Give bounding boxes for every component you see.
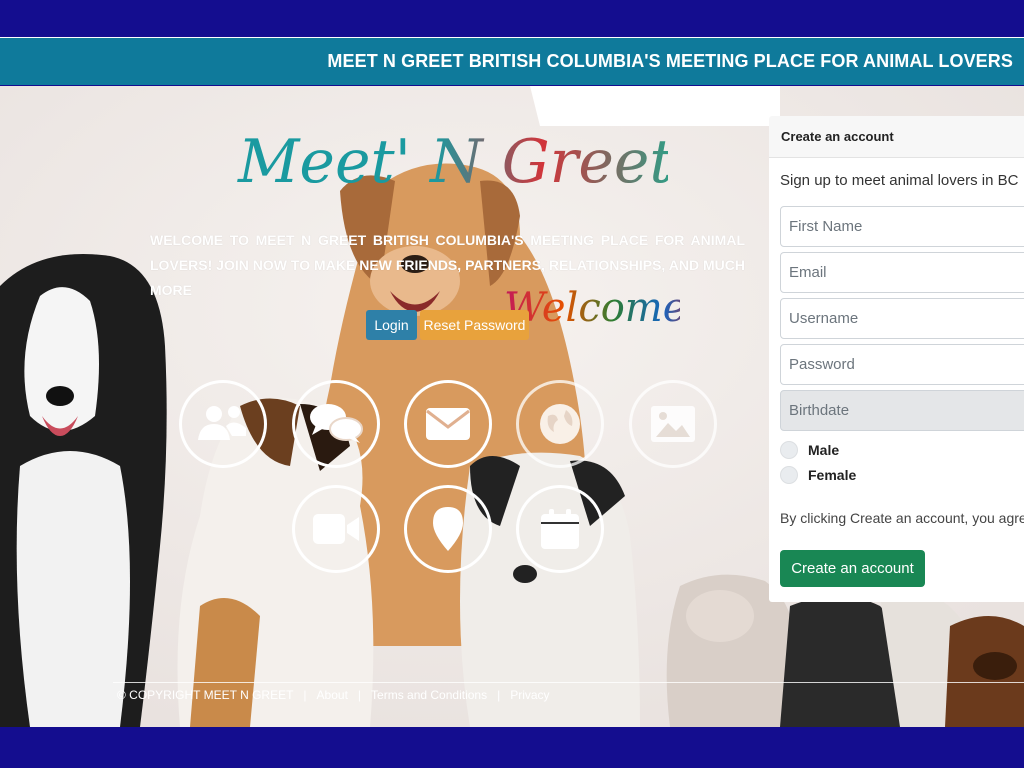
globe-icon [540,404,580,444]
footer-separator: | [497,688,501,702]
terms-notice: By clicking Create an account, you agre [780,510,1024,526]
chat-feature-button[interactable] [292,380,380,468]
intro-text: WELCOME TO MEET N GREET BRITISH COLUMBIA… [150,232,745,298]
email-input[interactable] [780,252,1024,293]
meet-n-greet-logo: Meet' N Greet [237,127,668,197]
gender-female-option[interactable]: Female [780,466,856,484]
username-input[interactable] [780,298,1024,339]
video-feature-button[interactable] [292,485,380,573]
chat-icon [310,404,363,443]
photos-feature-button[interactable] [629,380,717,468]
male-radio[interactable] [780,441,798,459]
footer-separator: | [357,688,362,702]
events-feature-button[interactable] [516,485,604,573]
map-pin-icon [433,507,463,551]
site-header: MEET N GREET BRITISH COLUMBIA'S MEETING … [0,37,1024,85]
login-button[interactable]: Login [366,310,417,340]
footer-divider [113,682,1024,683]
svg-text:Meet' N Greet: Meet' N Greet [237,127,668,197]
terms-link[interactable]: Terms and Conditions [371,688,487,702]
calendar-icon [541,509,579,549]
male-label: Male [808,442,840,458]
location-feature-button[interactable] [404,485,492,573]
copyright-text: © COPYRIGHT MEET N GREET [117,688,294,702]
about-link[interactable]: About [317,688,348,702]
reset-password-button[interactable]: Reset Password [420,310,529,340]
first-name-input[interactable] [780,206,1024,247]
signup-heading: Create an account [769,116,1024,158]
female-radio[interactable] [780,466,798,484]
password-input[interactable] [780,344,1024,385]
create-account-button[interactable]: Create an account [780,550,925,587]
video-camera-icon [313,514,359,544]
image-icon [651,406,695,442]
signup-subtitle: Sign up to meet animal lovers in BC [780,172,1019,189]
globe-feature-button[interactable] [516,380,604,468]
users-feature-button[interactable] [179,380,267,468]
envelope-icon [426,408,470,440]
signup-panel: Create an account Sign up to meet animal… [769,116,1024,602]
footer: © COPYRIGHT MEET N GREET | About | Terms… [117,688,550,702]
users-icon [198,406,246,440]
birthdate-input[interactable] [780,390,1024,431]
gender-male-option[interactable]: Male [780,441,839,459]
messages-feature-button[interactable] [404,380,492,468]
bottom-bar [0,727,1024,768]
site-title: MEET N GREET BRITISH COLUMBIA'S MEETING … [327,51,1013,71]
top-bar [0,0,1024,36]
privacy-link[interactable]: Privacy [510,688,549,702]
footer-separator: | [303,688,307,702]
female-label: Female [808,467,857,483]
